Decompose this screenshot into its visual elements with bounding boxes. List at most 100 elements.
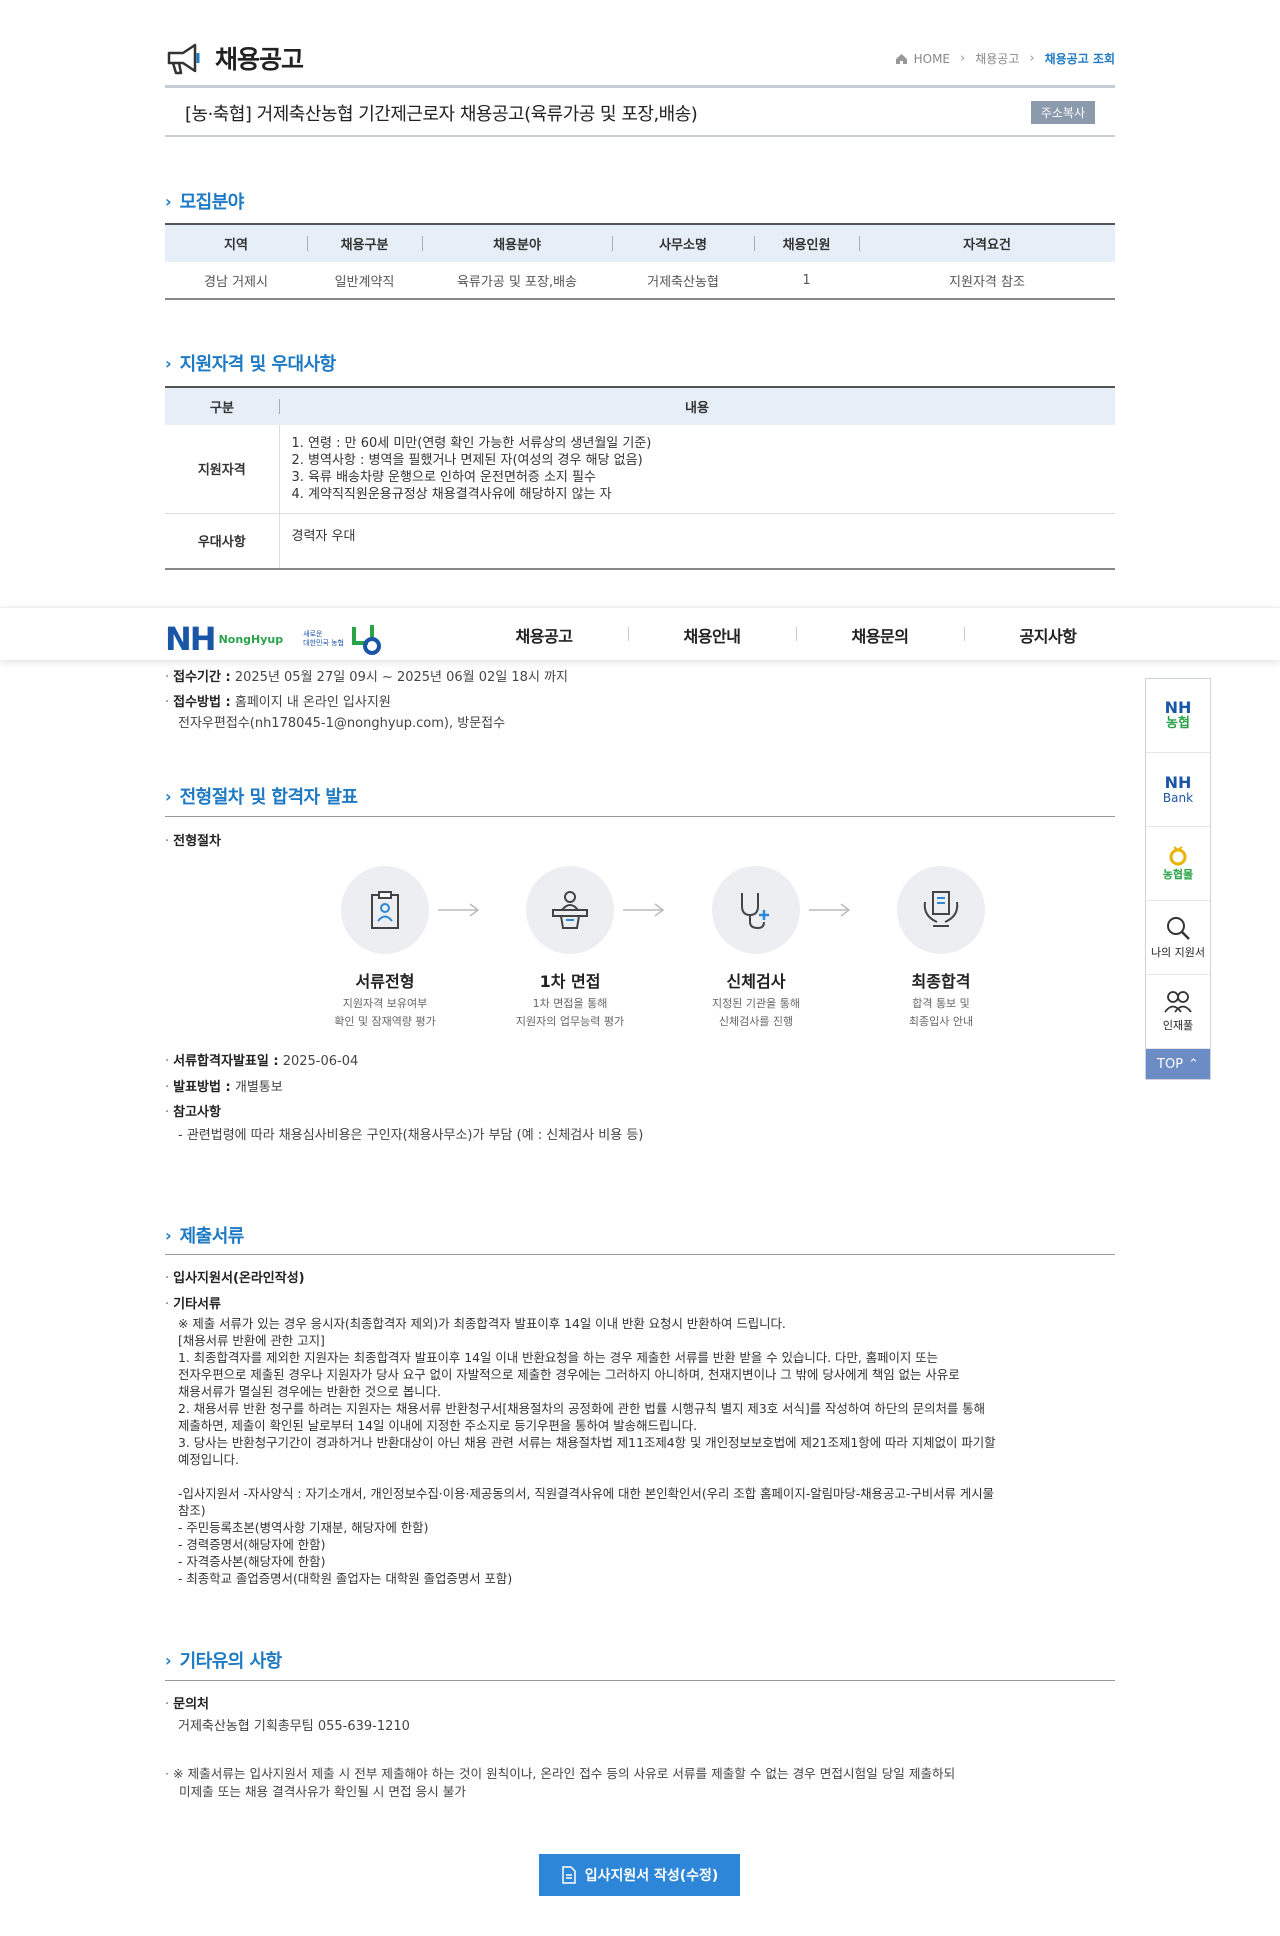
field-label: 문의처 [173,1697,210,1712]
step-name: 최종합격 [911,972,971,991]
table-cell: 지원자격 참조 [859,262,1115,300]
doc-item-1: · 입사지원서(온라인작성) [165,1271,305,1286]
certificate-icon [923,891,959,927]
quick-label: 농협 [1166,716,1190,731]
step-desc: 지원자격 보유여부 확인 및 잠재역량 평가 [334,997,436,1028]
global-nav-bar: NH NongHyup 새로운 대한민국 농협 채용공고 채용안내 채용문의 공… [0,607,1280,660]
reception-period: · 접수기간 : 2025년 05월 27일 09시 ~ 2025년 06월 02… [165,670,568,685]
table-row: 우대사항 경력자 우대 [165,513,1115,568]
breadcrumb-home[interactable]: HOME [914,52,950,66]
req-line: 1. 연령 : 만 60세 미만(연령 확인 가능한 서류상의 생년월일 기준) [291,435,652,451]
doc-line: - 최종학교 졸업증명서(대학원 졸업자는 대학원 졸업증명서 포함) [178,1571,513,1586]
table-cell: 경남 거제시 [165,262,307,300]
doc-line: 제출하면, 제출이 확인된 날로부터 14일 이내에 지정한 주소지로 등기우편… [178,1418,698,1433]
breadcrumb-current: 채용공고 조회 [1044,52,1115,66]
chevron-right-icon: › [165,191,172,211]
top-label: TOP [1157,1056,1184,1072]
section-title: 기타유의 사항 [179,1651,283,1672]
step-name: 서류전형 [355,972,415,991]
note-label: · 참고사항 [165,1105,221,1120]
doc-line: 예정입니다. [178,1452,239,1467]
nav-item-guide[interactable]: 채용안내 [628,623,796,647]
arrow-right-icon [809,903,851,917]
global-nav: 채용공고 채용안내 채용문의 공지사항 [460,608,1132,661]
req-line: 2. 병역사항 : 병역을 필했거나 면제된 자(여성의 경우 해당 없음) [291,452,643,468]
doc-line: - 자격증사본(해당자에 한함) [178,1554,326,1569]
quick-label: NH [1164,772,1192,792]
table-row: 지원자격 1. 연령 : 만 60세 미만(연령 확인 가능한 서류상의 생년월… [165,425,1115,514]
field-value: 개별통보 [234,1080,283,1095]
quick-label: NH [1164,698,1192,717]
nonghyup-symbol-icon [352,625,381,655]
posting-title-bar: [농·축협] 거제축산농협 기간제근로자 채용공고(육류가공 및 포장,배송) … [165,85,1115,137]
apply-button[interactable]: 입사지원서 작성(수정) [539,1854,740,1896]
step-desc: 1차 면접을 통해 지원자의 업무능력 평가 [515,997,625,1028]
quick-talent-pool[interactable]: 인재풀 [1146,975,1210,1049]
megaphone-icon [167,43,200,75]
copy-address-button[interactable]: 주소복사 [1030,101,1095,124]
chevron-right-icon: › [165,1650,172,1670]
doc-line: 2. 채용서류 반환 청구를 하려는 지원자는 채용서류 반환청구서[채용절차의… [178,1401,986,1416]
page-title: 채용공고 [215,45,304,74]
home-icon [895,53,907,64]
quick-my-application[interactable]: 나의 지원서 [1146,901,1210,975]
nav-item-notice-list[interactable]: 채용공고 [460,623,628,647]
divider [165,816,1115,817]
field-value: 2025-06-04 [282,1054,359,1069]
note-line: ※ 제출서류는 입사지원서 제출 시 전부 제출해야 하는 것이 원칙이나, 온… [173,1766,956,1781]
document-icon [371,891,399,929]
announce-date: · 서류합격자발표일 : 2025-06-04 [165,1054,359,1069]
contact-label: · 문의처 [165,1697,210,1712]
section-title: 전형절차 및 합격자 발표 [179,787,358,808]
doc-line: - 경력증명서(해당자에 한함) [178,1537,326,1552]
chevron-right-icon: › [165,353,172,373]
reception-method-2: 전자우편접수(nh178045-1@nonghyup.com), 방문접수 [178,716,506,731]
page-header: 채용공고 HOME › 채용공고 › 채용공고 조회 [165,40,1115,88]
nh-logo[interactable]: NH NongHyup 새로운 대한민국 농협 [165,620,388,658]
doc-line: - 주민등록초본(병역사항 기재분, 해당자에 한함) [178,1520,429,1535]
field-label: 입사지원서(온라인작성) [173,1271,305,1286]
page-title-group: 채용공고 [165,40,304,76]
divider [165,1680,1115,1681]
section-qualification-heading: › 지원자격 및 우대사항 [165,350,336,376]
quick-label: 농협몰 [1162,868,1194,881]
section-title: 모집분야 [179,192,245,213]
table-header-row: 지역 채용구분 채용분야 사무소명 채용인원 자격요건 [165,225,1115,262]
doc-line: ※ 제출 서류가 있는 경우 응시자(최종합격자 제외)가 최종합격자 발표이후… [178,1316,786,1331]
field-value: 홈페이지 내 온라인 입사지원 [234,695,391,710]
nav-item-inquiry[interactable]: 채용문의 [796,623,964,647]
mall-logo-icon [1169,846,1187,866]
quick-nhbank[interactable]: NH Bank [1146,753,1210,827]
contact-value: 거제축산농협 기획총무팀 055-639-1210 [178,1719,410,1734]
field-label: 발표방법 : [173,1080,231,1095]
chevron-right-icon: › [165,786,172,806]
req-line: 4. 계약직직원운용규정상 채용결격사유에 해당하지 않는 자 [291,486,612,502]
chevron-up-icon: ⌃ [1188,1056,1199,1072]
note-line: 미제출 또는 채용 결격사유가 확인될 시 면접 응시 불가 [179,1784,466,1799]
column-header: 사무소명 [612,225,754,262]
section-title: 제출서류 [179,1226,245,1247]
document-edit-icon [561,1866,576,1884]
quick-mall[interactable]: 농협몰 [1146,827,1210,901]
nav-item-announcements[interactable]: 공지사항 [964,623,1132,647]
section-recruit-heading: › 모집분야 [165,188,244,214]
section-documents-heading: › 제출서류 [165,1222,244,1248]
field-label: 서류합격자발표일 : [173,1054,279,1069]
breadcrumb-recruit[interactable]: 채용공고 [975,50,1019,67]
doc-line: 1. 최종합격자를 제외한 지원자는 최종합격자 발표이후 14일 이내 반환요… [178,1350,939,1365]
scroll-top-button[interactable]: TOP ⌃ [1146,1049,1210,1079]
table-header-row: 구분 내용 [165,388,1115,425]
qualification-table: 구분 내용 지원자격 1. 연령 : 만 60세 미만(연령 확인 가능한 서류… [165,386,1115,570]
column-header: 자격요건 [859,225,1115,262]
procedure-sub: · 전형절차 [165,834,221,849]
quick-nonghyup[interactable]: NH 농협 [1146,679,1210,753]
chevron-right-icon: › [165,1225,172,1245]
quick-label: 인재풀 [1162,1019,1194,1032]
chevron-right-icon: › [1029,51,1035,66]
posting-title: [농·축협] 거제축산농협 기간제근로자 채용공고(육류가공 및 포장,배송) [185,104,698,125]
logo-sub: NongHyup [218,632,284,646]
slogan-line: 새로운 [303,630,323,638]
section-procedure-heading: › 전형절차 및 합격자 발표 [165,783,358,809]
column-header: 채용인원 [754,225,859,262]
logo-slogan: 새로운 대한민국 농협 [303,630,344,648]
